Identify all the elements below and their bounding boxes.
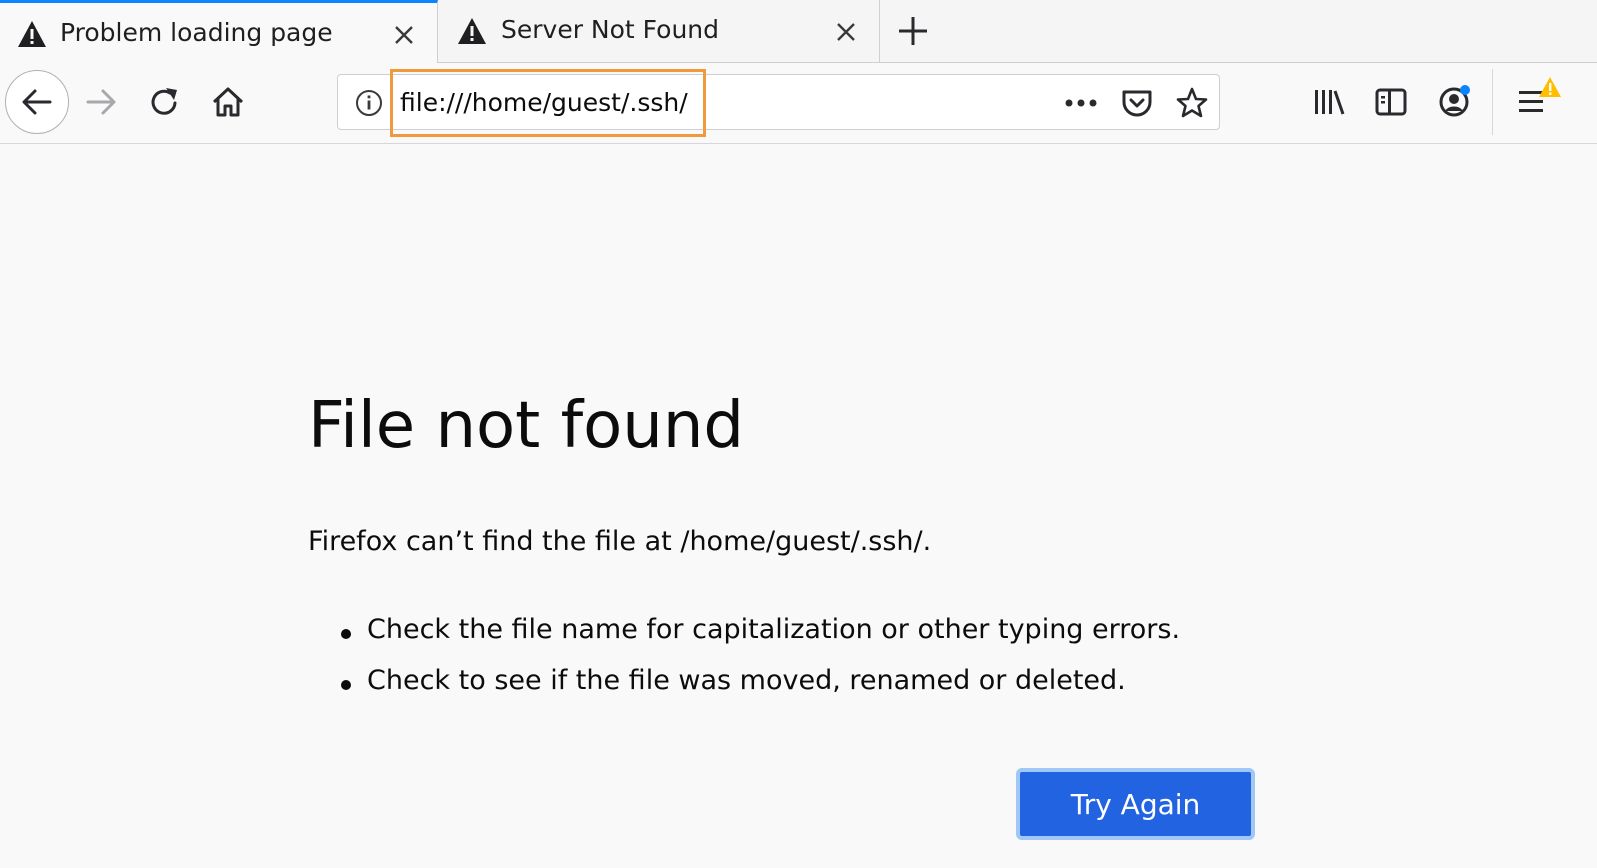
info-icon[interactable]: [355, 89, 383, 117]
navigation-toolbar: file:///home/guest/.ssh/: [0, 63, 1597, 144]
toolbar-separator: [1492, 69, 1493, 135]
url-input[interactable]: file:///home/guest/.ssh/: [400, 88, 688, 117]
warning-icon: [18, 21, 46, 47]
error-description: Firefox can’t find the file at /home/gue…: [308, 526, 932, 557]
back-icon: [22, 89, 52, 115]
url-bar[interactable]: file:///home/guest/.ssh/: [337, 69, 1220, 137]
bullet-icon: [341, 629, 351, 639]
back-button[interactable]: [5, 70, 69, 134]
library-icon[interactable]: [1312, 86, 1346, 118]
home-icon[interactable]: [210, 84, 246, 120]
close-tab-icon[interactable]: [834, 20, 858, 44]
list-item: Check the file name for capitalization o…: [336, 614, 1180, 665]
menu-icon[interactable]: [1515, 75, 1563, 119]
pocket-icon[interactable]: [1120, 86, 1154, 120]
close-tab-icon[interactable]: [392, 23, 416, 47]
tab-title: Server Not Found: [501, 15, 720, 44]
browser-window: Problem loading page Server Not Found fi…: [0, 0, 1597, 868]
forward-icon[interactable]: [84, 85, 118, 119]
warning-icon: [458, 18, 486, 44]
suggestion-text: Check to see if the file was moved, rena…: [367, 665, 1126, 696]
tab-server-not-found[interactable]: Server Not Found: [439, 0, 880, 62]
bookmark-star-icon[interactable]: [1175, 86, 1209, 120]
reload-icon[interactable]: [148, 85, 182, 119]
error-page: File not found Firefox can’t find the fi…: [0, 144, 1597, 868]
sidebar-icon[interactable]: [1374, 86, 1408, 118]
try-again-button[interactable]: Try Again: [1016, 768, 1255, 840]
suggestion-text: Check the file name for capitalization o…: [367, 614, 1181, 645]
suggestions-list: Check the file name for capitalization o…: [336, 614, 1180, 716]
tab-problem-loading[interactable]: Problem loading page: [0, 0, 438, 63]
page-actions-icon[interactable]: [1064, 97, 1100, 109]
page-title: File not found: [308, 389, 745, 463]
tab-title: Problem loading page: [60, 18, 333, 47]
bullet-icon: [341, 680, 351, 690]
list-item: Check to see if the file was moved, rena…: [336, 665, 1180, 716]
tab-strip: Problem loading page Server Not Found: [0, 0, 1597, 63]
account-icon[interactable]: [1437, 83, 1473, 119]
new-tab-icon[interactable]: [896, 14, 930, 48]
